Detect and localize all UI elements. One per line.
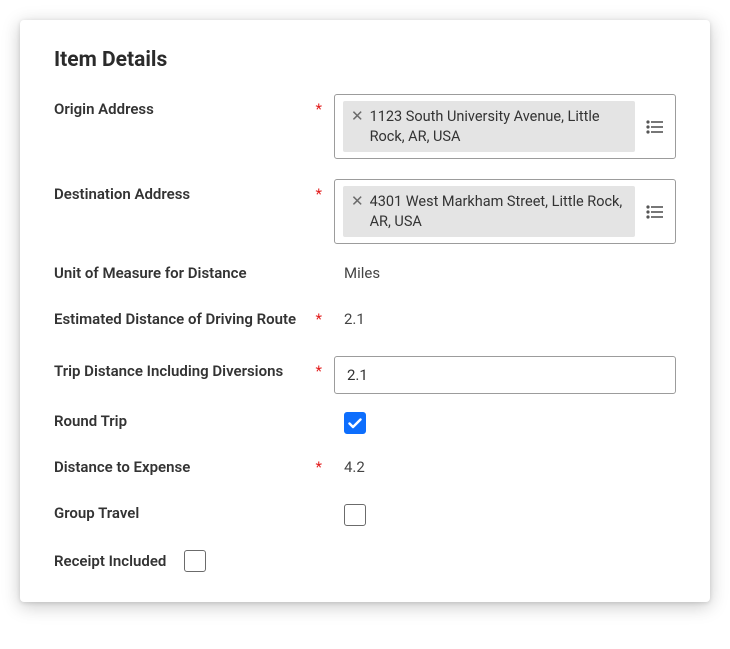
destination-address-chip: ✕ 4301 West Markham Street, Little Rock,… xyxy=(343,186,635,237)
section-title: Item Details xyxy=(54,48,676,72)
estimated-distance-value: 2.1 xyxy=(334,310,365,328)
close-icon[interactable]: ✕ xyxy=(349,192,370,210)
estimated-distance-label: Estimated Distance of Driving Route xyxy=(54,310,296,328)
required-marker: * xyxy=(316,310,330,328)
required-marker: * xyxy=(316,458,330,476)
close-icon[interactable]: ✕ xyxy=(349,107,370,125)
required-marker: * xyxy=(316,362,330,380)
distance-to-expense-value: 4.2 xyxy=(334,458,365,476)
list-icon[interactable] xyxy=(643,201,667,223)
round-trip-row: Round Trip xyxy=(54,412,676,440)
group-travel-row: Group Travel xyxy=(54,504,676,532)
trip-distance-label: Trip Distance Including Diversions xyxy=(54,362,283,380)
trip-distance-input[interactable] xyxy=(334,356,676,394)
receipt-included-checkbox[interactable] xyxy=(184,550,206,572)
destination-address-value: 4301 West Markham Street, Little Rock, A… xyxy=(370,192,625,231)
origin-address-field[interactable]: ✕ 1123 South University Avenue, Little R… xyxy=(334,94,676,159)
origin-address-value: 1123 South University Avenue, Little Roc… xyxy=(370,107,625,146)
origin-address-chip: ✕ 1123 South University Avenue, Little R… xyxy=(343,101,635,152)
origin-address-row: Origin Address * ✕ 1123 South University… xyxy=(54,94,676,159)
group-travel-checkbox[interactable] xyxy=(344,504,366,526)
required-marker: * xyxy=(316,100,330,118)
receipt-included-row: Receipt Included xyxy=(54,550,676,572)
receipt-included-label: Receipt Included xyxy=(54,552,166,570)
round-trip-label: Round Trip xyxy=(54,412,127,430)
destination-address-row: Destination Address * ✕ 4301 West Markha… xyxy=(54,179,676,244)
round-trip-checkbox[interactable] xyxy=(344,412,366,434)
list-icon[interactable] xyxy=(643,116,667,138)
origin-address-label: Origin Address xyxy=(54,100,154,118)
required-marker: * xyxy=(316,185,330,203)
unit-of-measure-value: Miles xyxy=(334,264,380,282)
trip-distance-row: Trip Distance Including Diversions * xyxy=(54,356,676,394)
group-travel-label: Group Travel xyxy=(54,504,139,522)
destination-address-label: Destination Address xyxy=(54,185,190,203)
item-details-card: Item Details Origin Address * ✕ 1123 Sou… xyxy=(20,20,710,602)
unit-of-measure-label: Unit of Measure for Distance xyxy=(54,264,247,282)
destination-address-field[interactable]: ✕ 4301 West Markham Street, Little Rock,… xyxy=(334,179,676,244)
distance-to-expense-label: Distance to Expense xyxy=(54,458,190,476)
estimated-distance-row: Estimated Distance of Driving Route * 2.… xyxy=(54,310,676,338)
distance-to-expense-row: Distance to Expense * 4.2 xyxy=(54,458,676,486)
unit-of-measure-row: Unit of Measure for Distance Miles xyxy=(54,264,676,292)
